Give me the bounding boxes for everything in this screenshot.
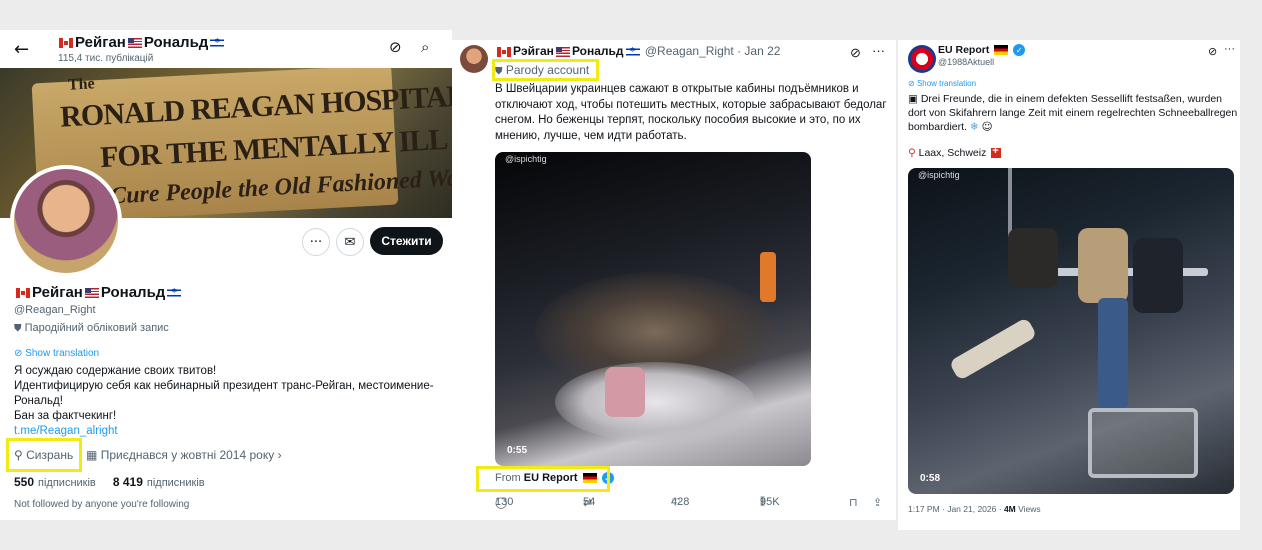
banner-text-prefix: The	[67, 75, 96, 94]
video-legs	[948, 316, 1038, 382]
canada-flag-icon	[16, 288, 30, 299]
followers-stat[interactable]: 8 419 підписників	[113, 475, 205, 489]
tweet-panel-ru: РэйганРональд @Reagan_Right · Jan 22 ⊘ ·…	[452, 40, 896, 520]
tweet-avatar[interactable]	[460, 45, 488, 73]
pin-icon: ⚲	[908, 147, 916, 159]
bookmark-icon[interactable]: ⊓	[849, 496, 858, 509]
profile-header-name: Рейган Рональд	[57, 34, 226, 51]
more-icon[interactable]: ···	[1224, 43, 1235, 55]
video-snow	[555, 362, 755, 442]
video-time: 0:55	[507, 445, 528, 456]
grok-icon[interactable]: ⊘	[1208, 45, 1217, 58]
tweet-text: ▣ Drei Freunde, die in einem defekten Se…	[908, 93, 1238, 133]
profile-name: Рейган Рональд	[14, 284, 183, 301]
verified-icon: ✓	[1013, 44, 1026, 57]
bio-line: Бан за фактчекинг!	[14, 410, 117, 422]
profile-stats: 550 підписників 8 419 підписників	[14, 475, 205, 489]
video-person	[605, 367, 645, 417]
us-flag-icon	[555, 46, 570, 57]
switzerland-flag-icon	[991, 145, 1002, 159]
video-watermark: @ispichtig	[918, 170, 960, 180]
profile-bio: Я осуждаю содержание своих твитов! Идент…	[14, 364, 444, 439]
tweet-panel-de: EU Report ✓ @1988Aktuell ⊘ ··· ⊘ Show tr…	[898, 40, 1240, 530]
tweet-header: РэйганРональд @Reagan_Right · Jan 22	[495, 44, 780, 58]
not-followed-note: Not followed by anyone you're following	[14, 499, 190, 510]
profile-handle: @Reagan_Right	[14, 304, 96, 316]
tweet-video[interactable]: @ispichtig 0:58	[908, 168, 1234, 494]
parody-label: ⛊ Пародійний обліковий запис	[14, 322, 169, 334]
canada-flag-icon	[497, 46, 511, 57]
eu-report-avatar[interactable]	[908, 45, 936, 73]
tweet-video[interactable]: @ispichtig 0:55	[495, 152, 811, 466]
more-icon[interactable]: ···	[872, 43, 885, 58]
highlight-location	[6, 438, 82, 472]
tweet-handle: @1988Aktuell	[938, 57, 995, 67]
profile-link[interactable]: t.me/Reagan_alright	[14, 424, 444, 439]
chevron-right-icon[interactable]: ›	[278, 448, 282, 462]
message-icon[interactable]: ✉	[336, 228, 364, 256]
germany-flag-icon	[994, 45, 1009, 56]
highlight-parody	[492, 59, 599, 81]
canada-flag-icon	[59, 38, 73, 49]
israel-flag-icon	[625, 46, 640, 57]
israel-flag-icon	[210, 37, 225, 49]
laughing-icon: ☺	[981, 121, 993, 133]
cable-car-icon: ▣	[908, 93, 918, 105]
tweet-location: ⚲ Laax, Schweiz	[908, 145, 1003, 159]
tweet-meta: 1:17 PM · Jan 21, 2026 · 4M Views	[908, 504, 1041, 514]
lift-cabin	[1088, 408, 1198, 478]
video-watermark: @ispichtig	[505, 154, 547, 164]
tweet-author: EU Report ✓	[938, 44, 1026, 57]
profile-avatar[interactable]	[10, 165, 122, 277]
more-icon[interactable]: ···	[302, 228, 330, 256]
bio-line: Я осуждаю содержание своих твитов!	[14, 365, 217, 377]
translate-icon: ⊘	[908, 79, 915, 88]
show-translation-link[interactable]: ⊘ Show translation	[908, 79, 976, 88]
follow-button[interactable]: Стежити	[370, 227, 443, 255]
profile-panel: ← РейганРональд 115,4 тис. публікацій ⊘ …	[0, 30, 452, 520]
us-flag-icon	[127, 38, 142, 49]
video-person	[1008, 228, 1058, 288]
profile-joined: ▦ Приєднався у жовтні 2014 року ›	[86, 448, 282, 462]
following-stat[interactable]: 550 підписників	[14, 475, 96, 489]
grok-icon[interactable]: ⊘	[850, 45, 861, 61]
video-person	[1078, 228, 1128, 303]
grok-icon[interactable]: ⊘	[389, 38, 402, 56]
translate-icon: ⊘	[14, 348, 23, 359]
back-arrow-icon[interactable]: ←	[14, 39, 29, 60]
snowflake-icon: ❄	[969, 121, 979, 133]
video-time: 0:58	[920, 473, 941, 484]
video-person	[760, 252, 776, 302]
tweet-text: В Швейцарии украинцев сажают в открытые …	[495, 83, 887, 142]
show-translation-link[interactable]: ⊘ Show translation	[14, 348, 99, 359]
calendar-icon: ▦	[86, 448, 98, 462]
tweet-handle-date: @Reagan_Right · Jan 22	[644, 44, 781, 58]
search-icon[interactable]: ⌕	[421, 38, 429, 56]
video-legs	[1098, 298, 1128, 408]
israel-flag-icon	[167, 287, 182, 299]
parody-mask-icon: ⛊	[14, 323, 22, 334]
highlight-from	[476, 466, 610, 492]
video-person	[1133, 238, 1183, 313]
bio-line: Идентифицирую себя как небинарный презид…	[14, 380, 434, 407]
posts-count: 115,4 тис. публікацій	[58, 53, 154, 64]
share-icon[interactable]: ⇪	[873, 496, 882, 509]
us-flag-icon	[84, 288, 99, 299]
